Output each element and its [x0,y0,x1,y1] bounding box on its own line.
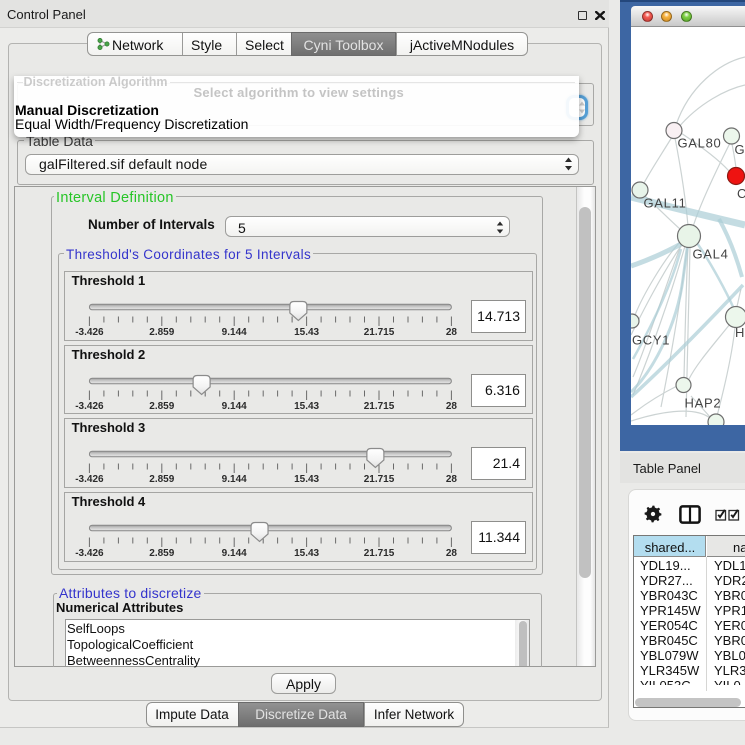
svg-text:15.43: 15.43 [294,327,319,338]
svg-text:2.859: 2.859 [149,474,174,485]
svg-text:GAL11: GAL11 [644,196,687,211]
svg-text:C: C [737,186,745,201]
svg-text:9.144: 9.144 [221,401,246,412]
svg-text:15.43: 15.43 [294,474,319,485]
svg-text:28: 28 [445,401,457,412]
svg-text:9.144: 9.144 [221,548,246,559]
svg-text:GAL80: GAL80 [678,136,722,151]
svg-text:9.144: 9.144 [221,474,246,485]
svg-text:-3.426: -3.426 [75,401,104,412]
svg-text:21.715: 21.715 [363,548,394,559]
svg-text:28: 28 [445,474,457,485]
svg-text:15.43: 15.43 [294,548,319,559]
svg-text:2.859: 2.859 [149,401,174,412]
svg-text:21.715: 21.715 [363,474,394,485]
svg-text:2.859: 2.859 [149,327,174,338]
svg-text:28: 28 [445,548,457,559]
svg-text:28: 28 [445,327,457,338]
svg-text:H: H [735,325,745,340]
svg-text:-3.426: -3.426 [75,548,104,559]
svg-text:-3.426: -3.426 [75,327,104,338]
svg-text:21.715: 21.715 [363,327,394,338]
svg-text:2.859: 2.859 [149,548,174,559]
svg-text:15.43: 15.43 [294,401,319,412]
svg-text:GAL4: GAL4 [693,247,729,262]
svg-text:9.144: 9.144 [221,327,246,338]
svg-text:21.715: 21.715 [363,401,394,412]
svg-text:HAP2: HAP2 [685,396,722,411]
svg-text:-3.426: -3.426 [75,474,104,485]
svg-text:GA: GA [735,142,745,157]
svg-text:GCY1: GCY1 [632,333,670,348]
